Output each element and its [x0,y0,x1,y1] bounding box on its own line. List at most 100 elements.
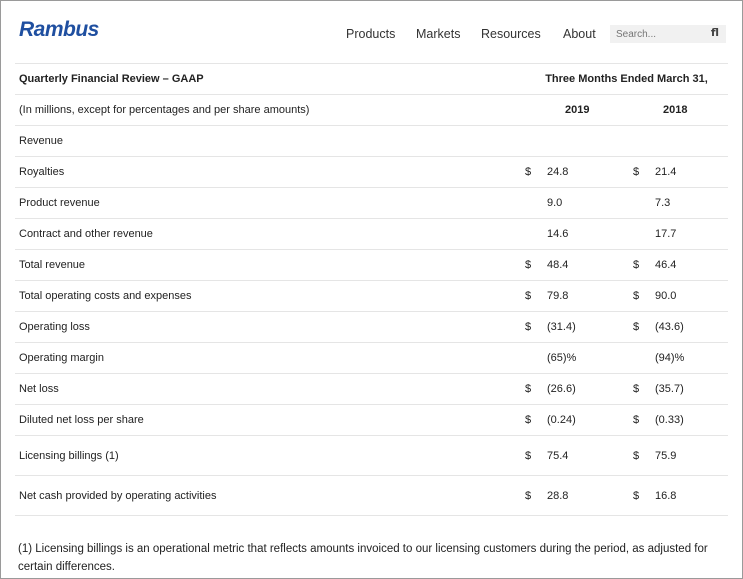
value-2018-cell: $46.4 [629,249,728,281]
value-2018-cell: (94)% [629,342,728,374]
table-row: Royalties $24.8 $21.4 [15,156,728,188]
currency-2018: $ [633,449,640,462]
row-label-cell: Net cash provided by operating activitie… [15,475,521,516]
value-2018: 21.4 [655,166,677,178]
value-2019-cell: $48.4 [521,249,629,281]
value-2019: (0.24) [547,414,576,426]
value-2018: (94)% [655,352,685,364]
currency-2018: $ [633,166,640,178]
nav-resources[interactable]: Resources [481,27,541,41]
row-label: Contract and other revenue [19,228,153,240]
row-label: Net cash provided by operating activitie… [19,489,217,502]
value-2018-cell: $75.9 [629,435,728,476]
value-2019-cell: $ (26.6) [521,373,629,405]
value-2019: (31.4) [547,321,576,333]
currency-2019: $ [525,290,532,302]
value-2018: (43.6) [655,321,684,333]
currency-2018: $ [633,414,640,426]
value-2019-cell: $75.4 [521,435,629,476]
table-row: Licensing billings (1) $75.4 $75.9 [15,435,728,476]
search-box: fl [610,25,726,43]
row-label-cell: Diluted net loss per share [15,404,521,436]
row-label: Licensing billings (1) [19,449,119,462]
value-2019: 9.0 [547,197,563,209]
row-label: Diluted net loss per share [19,414,144,426]
value-2018-cell: $16.8 [629,475,728,516]
value-2019-cell: $ (0.24) [521,404,629,436]
value-2018-cell: $ (35.7) [629,373,728,405]
value-2019: 24.8 [547,166,569,178]
table-title: Quarterly Financial Review – GAAP [15,63,521,95]
value-2019-cell: (65)% [521,342,629,374]
currency-2019: $ [525,383,532,395]
table-row: Total operating costs and expenses $79.8 $… [15,280,728,312]
value-2018-cell: 7.3 [629,187,728,219]
table-row: Diluted net loss per share $ (0.24) $ (0.33) [15,404,728,436]
row-label: Total operating costs and expenses [19,290,192,302]
value-2018-cell: 17.7 [629,218,728,250]
value-2018: 75.9 [655,449,677,462]
row-label: Operating loss [19,321,90,333]
financial-table: Quarterly Financial Review – GAAP Three … [15,63,728,516]
row-label: Product revenue [19,197,100,209]
value-2019: (65)% [547,352,577,364]
row-label: Operating margin [19,352,104,364]
nav-products[interactable]: Products [346,27,395,41]
search-icon[interactable]: fl [711,26,719,39]
value-2018: (35.7) [655,383,684,395]
value-2019-cell: 9.0 [521,187,629,219]
value-2018: 7.3 [655,197,671,209]
row-label-cell: Operating margin [15,342,521,374]
nav-markets[interactable]: Markets [416,27,460,41]
row-label-cell: Net loss [15,373,521,405]
row-label-cell: Royalties [15,156,521,188]
table-row: Operating margin (65)% (94)% [15,342,728,374]
value-2019-cell: $79.8 [521,280,629,312]
currency-2019: $ [525,449,532,462]
row-label: Royalties [19,166,65,178]
value-2019: 75.4 [547,449,569,462]
year-2019-header: 2019 [521,94,629,126]
currency-2019: $ [525,414,532,426]
currency-2018: $ [633,383,640,395]
section-label: Revenue [15,125,728,157]
row-label-cell: Total operating costs and expenses [15,280,521,312]
value-2018: 46.4 [655,259,677,271]
currency-2018: $ [633,321,640,333]
value-2019: 48.4 [547,259,569,271]
row-label-cell: Total revenue [15,249,521,281]
table-row: Total revenue $48.4 $46.4 [15,249,728,281]
value-2018: (0.33) [655,414,684,426]
currency-2018: $ [633,489,640,502]
rambus-logo[interactable]: Rambus [19,18,99,42]
currency-2019: $ [525,259,532,271]
year-2018-header: 2018 [629,94,728,126]
table-subheader-row: (In millions, except for percentages and… [15,94,728,126]
value-2018: 17.7 [655,228,677,240]
currency-2018: $ [633,290,640,302]
value-2019: (26.6) [547,383,576,395]
site-header: Rambus Products Markets Resources About … [1,1,742,63]
row-label-cell: Licensing billings (1) [15,435,521,476]
table-row: Contract and other revenue 14.6 17.7 [15,218,728,250]
value-2019: 28.8 [547,489,569,502]
value-2019-cell: $28.8 [521,475,629,516]
currency-2019: $ [525,166,532,178]
currency-2019: $ [525,321,532,333]
value-2018-cell: $ (43.6) [629,311,728,343]
search-input[interactable] [610,25,704,43]
value-2019-cell: $ (31.4) [521,311,629,343]
value-2018-cell: $21.4 [629,156,728,188]
row-label: Total revenue [19,259,86,271]
table-row: Net loss $ (26.6) $ (35.7) [15,373,728,405]
currency-2019: $ [525,489,532,502]
currency-2018: $ [633,259,640,271]
table-row: Net cash provided by operating activitie… [15,475,728,516]
value-2018: 90.0 [655,290,677,302]
row-label-cell: Contract and other revenue [15,218,521,250]
table-row: Operating loss $ (31.4) $ (43.6) [15,311,728,343]
units-note: (In millions, except for percentages and… [15,94,521,126]
period-header: Three Months Ended March 31, [521,63,728,95]
nav-about[interactable]: About [563,27,596,41]
value-2019: 14.6 [547,228,569,240]
